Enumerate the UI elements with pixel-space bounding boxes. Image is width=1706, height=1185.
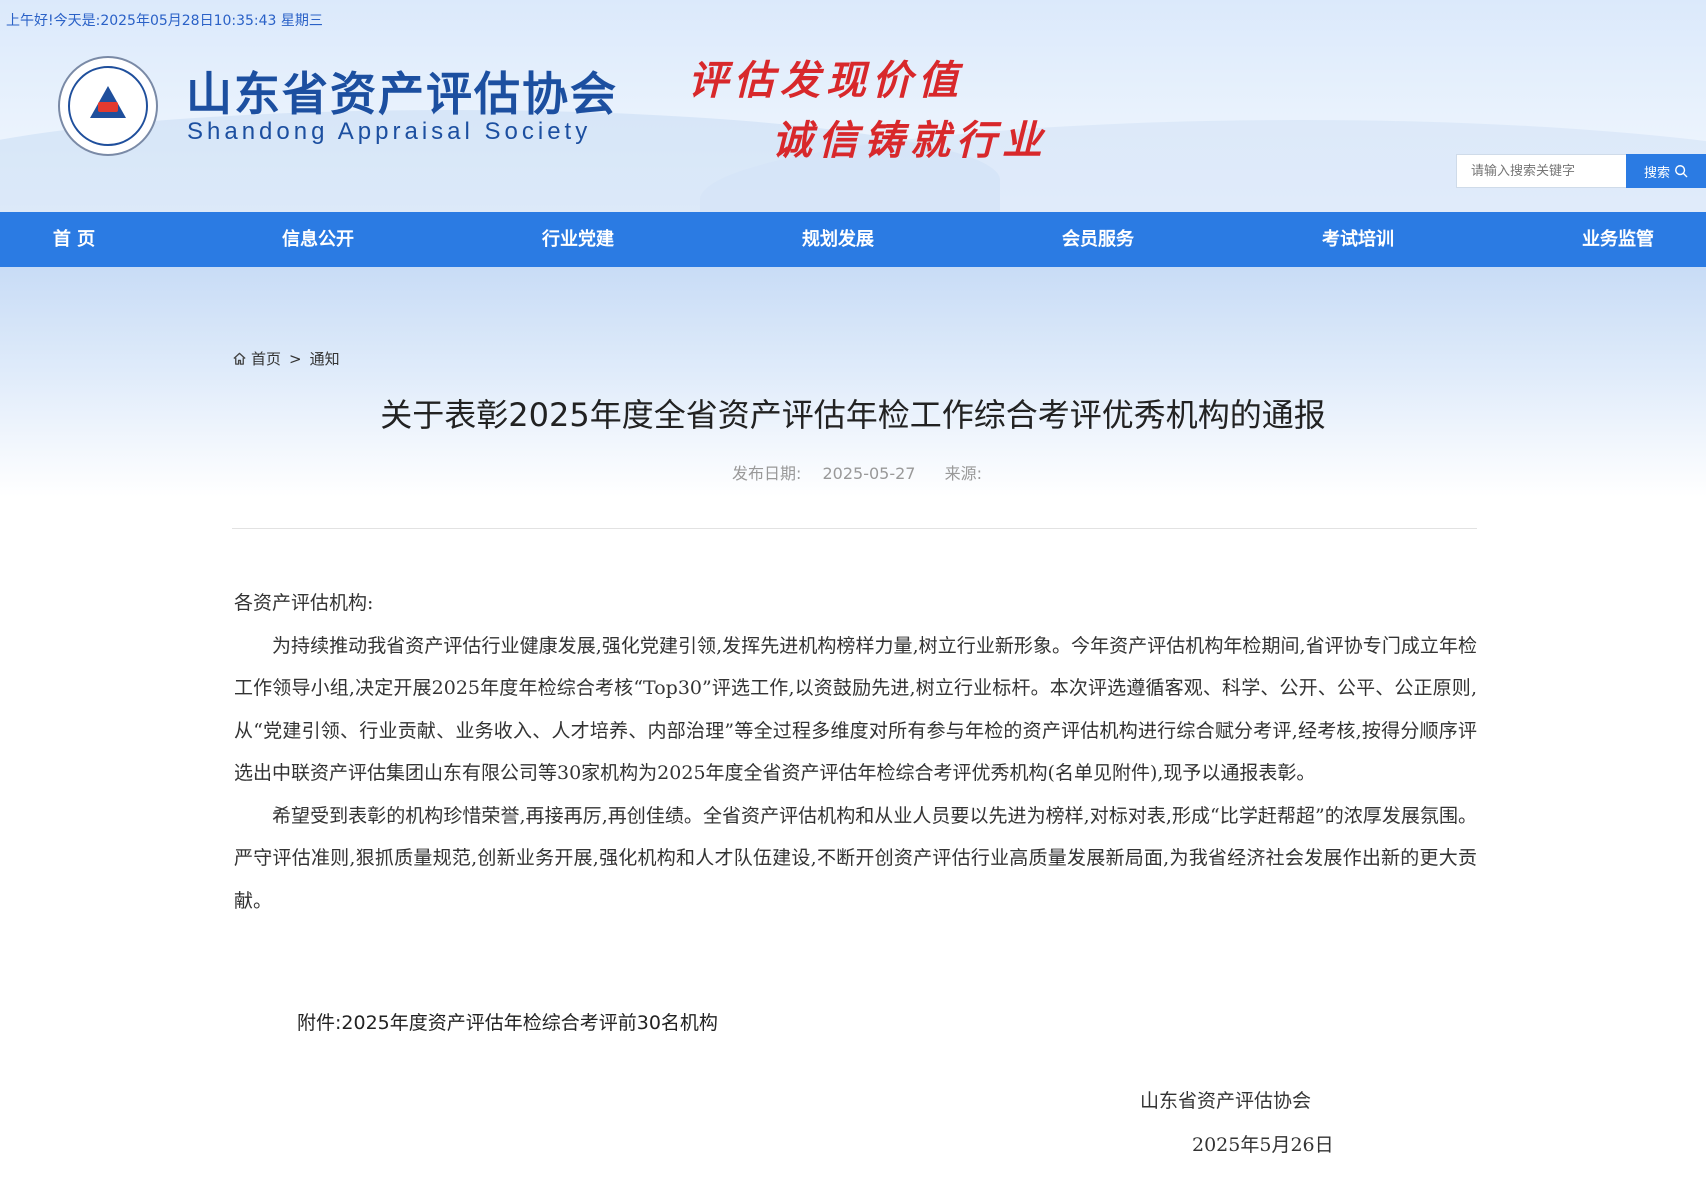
site-subtitle: Shandong Appraisal Society	[187, 118, 592, 145]
article-body: 各资产评估机构: 为持续推动我省资产评估行业健康发展,强化党建引领,发挥先进机构…	[234, 582, 1477, 922]
nav-item-planning[interactable]: 规划发展	[788, 212, 888, 267]
article-title: 关于表彰2025年度全省资产评估年检工作综合考评优秀机构的通报	[380, 396, 1326, 434]
breadcrumb-separator: >	[289, 349, 302, 368]
article-meta: 发布日期: 2025-05-27 来源:	[0, 460, 1706, 484]
nav-item-party-building[interactable]: 行业党建	[528, 212, 628, 267]
article-paragraph: 希望受到表彰的机构珍惜荣誉,再接再厉,再创佳绩。全省资产评估机构和从业人员要以先…	[234, 804, 1477, 912]
nav-item-exam-training[interactable]: 考试培训	[1308, 212, 1408, 267]
source-label: 来源:	[944, 464, 982, 483]
salutation: 各资产评估机构:	[234, 592, 374, 614]
greeting-clock: 上午好!今天是:2025年05月28日10:35:43 星期三	[6, 13, 323, 29]
article-paragraph: 为持续推动我省资产评估行业健康发展,强化党建引领,发挥先进机构榜样力量,树立行业…	[234, 634, 1477, 785]
search-button[interactable]: 搜索	[1626, 154, 1706, 188]
publish-date-label: 发布日期:	[732, 464, 802, 483]
nav-item-home[interactable]: 首 页	[34, 212, 114, 267]
home-icon	[233, 352, 246, 365]
site-header: 上午好!今天是:2025年05月28日10:35:43 星期三 山东省资产评估协…	[0, 0, 1706, 212]
main-nav: 首 页 信息公开 行业党建 规划发展 会员服务 考试培训 业务监管	[0, 212, 1706, 267]
breadcrumb-home-link[interactable]: 首页	[251, 348, 281, 369]
logo-accent-icon	[98, 102, 118, 112]
publish-date: 2025-05-27	[822, 464, 916, 483]
slogan-line-2: 诚信铸就行业	[772, 117, 1048, 164]
nav-item-supervision[interactable]: 业务监管	[1568, 212, 1668, 267]
title-divider	[232, 528, 1477, 529]
society-logo[interactable]	[58, 56, 158, 156]
signature-date: 2025年5月26日	[1192, 1134, 1334, 1156]
breadcrumb-current[interactable]: 通知	[310, 348, 340, 369]
nav-item-member-services[interactable]: 会员服务	[1048, 212, 1148, 267]
nav-item-info-disclosure[interactable]: 信息公开	[268, 212, 368, 267]
attachment-link[interactable]: 附件:2025年度资产评估年检综合考评前30名机构	[297, 1008, 718, 1035]
slogan-line-1: 评估发现价值	[688, 57, 964, 104]
search-icon	[1675, 165, 1688, 178]
search-input[interactable]	[1456, 154, 1626, 188]
signature-organization: 山东省资产评估协会	[1140, 1090, 1312, 1112]
site-title[interactable]: 山东省资产评估协会	[186, 58, 618, 124]
breadcrumb: 首页 > 通知	[232, 348, 340, 369]
search-button-label: 搜索	[1643, 165, 1670, 181]
